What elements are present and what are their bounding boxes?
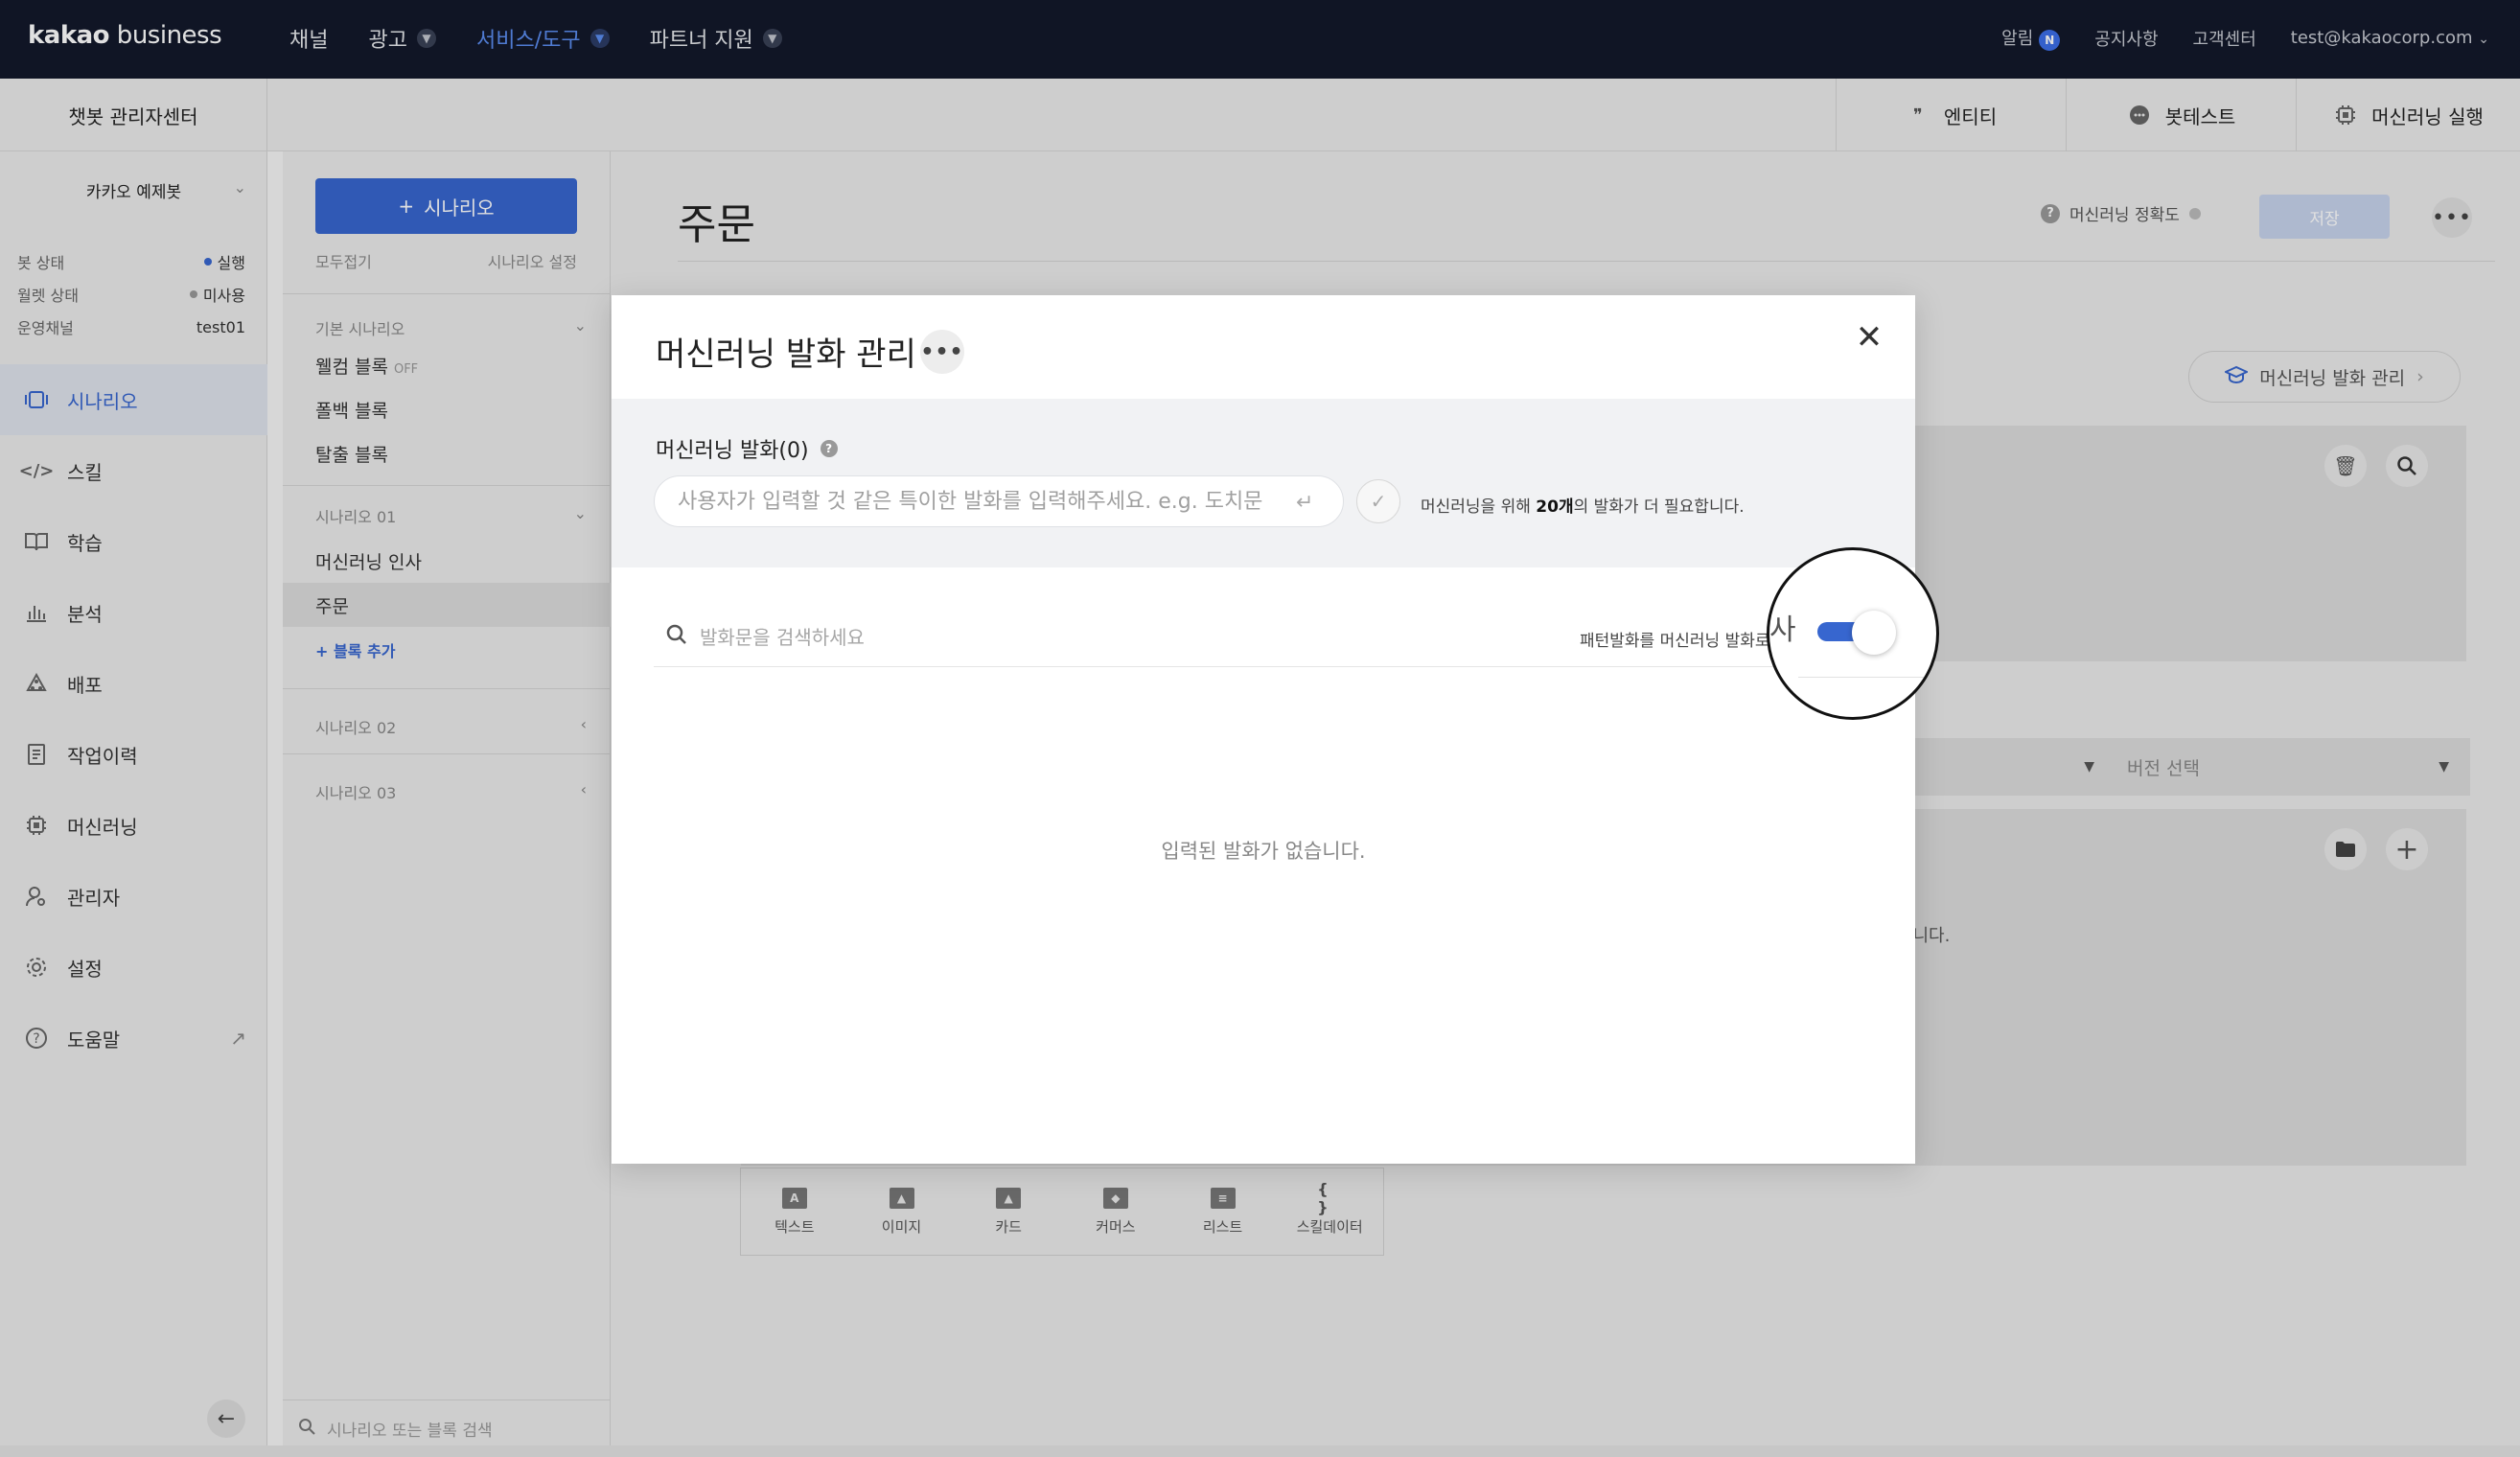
help-icon[interactable]: ?: [820, 440, 838, 457]
utterance-search-input[interactable]: [700, 619, 1371, 656]
empty-utterance-message: 입력된 발화가 없습니다.: [1161, 840, 1366, 863]
search-icon: [665, 623, 688, 652]
more-icon: •••: [920, 339, 964, 364]
modal-title: 머신러닝 발화 관리: [656, 335, 916, 374]
close-icon[interactable]: ✕: [1850, 318, 1888, 357]
toggle-magnifier: 사: [1767, 547, 1939, 720]
pattern-ml-toggle[interactable]: [1817, 611, 1896, 655]
check-button[interactable]: ✓: [1356, 479, 1400, 523]
enter-icon[interactable]: ↵: [1296, 491, 1313, 515]
section-label: 머신러닝 발화(0) ?: [656, 433, 838, 464]
pattern-toggle-label: 패턴발화를 머신러닝 발화로: [1580, 632, 1770, 651]
utterance-need-message: 머신러닝을 위해 20개의 발화가 더 필요합니다.: [1421, 497, 1745, 517]
toggle-knob: [1852, 611, 1896, 655]
check-icon: ✓: [1370, 490, 1387, 513]
utterance-input-section: 머신러닝 발화(0) ? ↵ ✓ 머신러닝을 위해 20개의 발화가 더 필요합…: [612, 399, 1915, 567]
utterance-input[interactable]: [654, 475, 1344, 527]
utterance-search-row: 패턴발화를 머신러닝 발화로: [654, 610, 1854, 667]
modal-more-button[interactable]: •••: [920, 330, 964, 374]
ml-utterance-modal: 머신러닝 발화 관리 ••• ✕ 머신러닝 발화(0) ? ↵ ✓ 머신러닝을 …: [612, 295, 1915, 1164]
